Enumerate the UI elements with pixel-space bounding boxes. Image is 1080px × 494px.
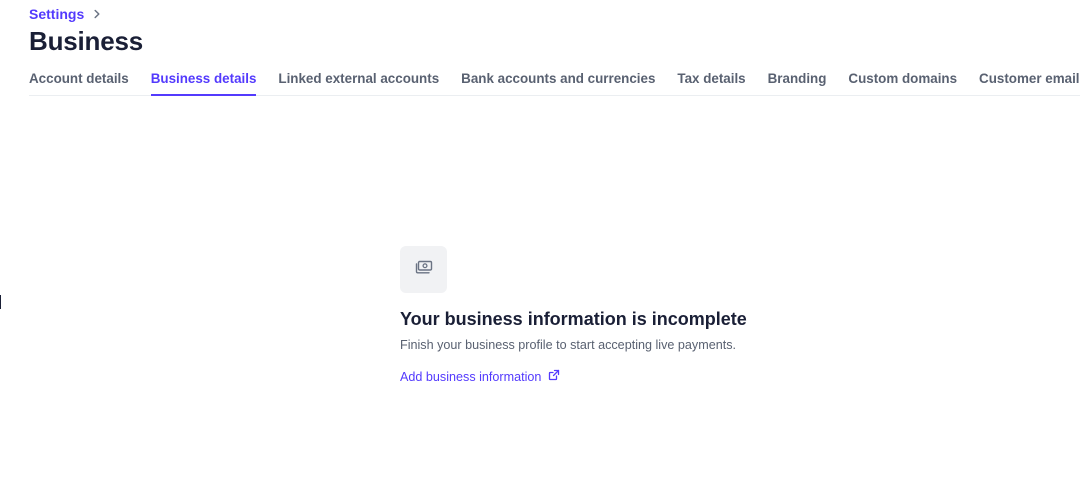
breadcrumb: Settings: [29, 6, 102, 22]
tab-account-details[interactable]: Account details: [29, 62, 129, 95]
empty-state-subtitle: Finish your business profile to start ac…: [400, 338, 736, 352]
tab-custom-domains[interactable]: Custom domains: [848, 62, 957, 95]
page-title: Business: [29, 26, 144, 56]
add-business-information-label: Add business information: [400, 369, 542, 384]
cash-icon-tile: [400, 246, 447, 293]
empty-state: Your business information is incomplete …: [400, 246, 747, 384]
chevron-right-icon: [92, 9, 102, 19]
text-cursor: [0, 295, 1, 309]
tab-business-details[interactable]: Business details: [150, 62, 256, 96]
tab-branding[interactable]: Branding: [768, 62, 827, 95]
cash-icon: [415, 260, 433, 280]
external-link-icon: [548, 369, 560, 384]
add-business-information-link[interactable]: Add business information: [400, 369, 747, 384]
empty-state-title: Your business information is incomplete: [400, 309, 747, 329]
tab-bank-accounts-and-currencies[interactable]: Bank accounts and currencies: [461, 62, 655, 95]
tab-linked-external-accounts[interactable]: Linked external accounts: [278, 62, 439, 95]
settings-business-page: Settings Business Account details Busine…: [0, 0, 1080, 494]
tab-tax-details[interactable]: Tax details: [677, 62, 745, 95]
tab-customer-emails[interactable]: Customer emails: [979, 62, 1080, 95]
settings-tabs: Account details Business details Linked …: [29, 62, 1080, 96]
breadcrumb-settings-link[interactable]: Settings: [29, 6, 84, 22]
